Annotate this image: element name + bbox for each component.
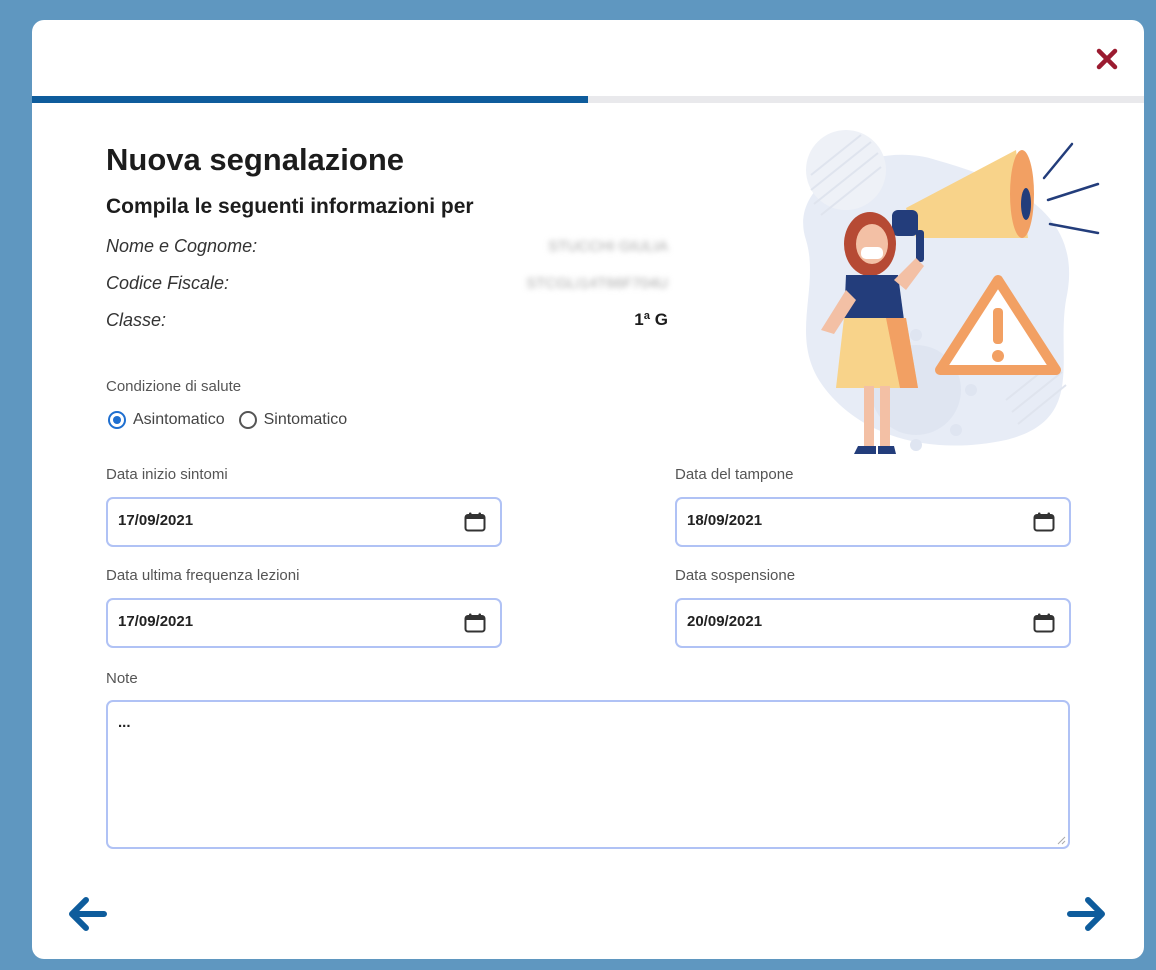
- name-value: STUCCHI GIULIA: [547, 238, 668, 255]
- calendar-icon[interactable]: [1033, 613, 1055, 633]
- radio-symptomatic[interactable]: [238, 411, 257, 429]
- symptoms-start-label: Data inizio sintomi: [106, 466, 228, 483]
- swab-date-input[interactable]: 18/09/2021: [675, 497, 1071, 547]
- fiscal-code-label: Codice Fiscale:: [106, 273, 230, 293]
- resize-grip-icon[interactable]: [1056, 835, 1066, 845]
- calendar-icon[interactable]: [1033, 512, 1055, 532]
- radio-asymptomatic-label[interactable]: Asintomatico: [133, 411, 225, 429]
- report-modal: Nuova segnalazione Compila le seguenti i…: [32, 20, 1144, 959]
- swab-date-label: Data del tampone: [675, 466, 794, 483]
- close-button[interactable]: [1092, 44, 1122, 74]
- suspension-date-label: Data sospensione: [675, 567, 796, 584]
- fiscal-code-value: STCGLI14T66F704U: [526, 275, 668, 292]
- class-value: 1ª G: [634, 310, 668, 329]
- class-label: Classe:: [106, 310, 167, 330]
- last-attendance-value: 17/09/2021: [118, 613, 194, 630]
- radio-asymptomatic[interactable]: [108, 411, 126, 429]
- note-textarea[interactable]: ...: [106, 700, 1070, 849]
- suspension-date-value: 20/09/2021: [687, 613, 763, 630]
- page-subtitle: Compila le seguenti informazioni per: [106, 195, 474, 218]
- last-attendance-input[interactable]: 17/09/2021: [106, 598, 502, 648]
- close-icon: [1096, 48, 1118, 70]
- health-condition-label: Condizione di salute: [106, 378, 242, 395]
- calendar-icon[interactable]: [464, 613, 486, 633]
- calendar-icon[interactable]: [464, 512, 486, 532]
- name-label: Nome e Cognome:: [106, 236, 258, 256]
- progress-fill: [32, 96, 588, 103]
- swab-date-value: 18/09/2021: [687, 512, 763, 529]
- health-condition-radio-group: Asintomatico Sintomatico: [108, 411, 361, 429]
- progress-bar: [32, 96, 1144, 103]
- suspension-date-input[interactable]: 20/09/2021: [675, 598, 1071, 648]
- symptoms-start-value: 17/09/2021: [118, 512, 194, 529]
- arrow-left-icon[interactable]: [64, 894, 110, 934]
- megaphone-warning-illustration: [803, 130, 1100, 454]
- page-title: Nuova segnalazione: [106, 142, 405, 177]
- note-label: Note: [106, 670, 138, 687]
- symptoms-start-input[interactable]: 17/09/2021: [106, 497, 502, 547]
- note-value: ...: [118, 714, 131, 731]
- arrow-right-icon[interactable]: [1064, 894, 1110, 934]
- radio-symptomatic-label[interactable]: Sintomatico: [264, 411, 348, 429]
- last-attendance-label: Data ultima frequenza lezioni: [106, 567, 300, 584]
